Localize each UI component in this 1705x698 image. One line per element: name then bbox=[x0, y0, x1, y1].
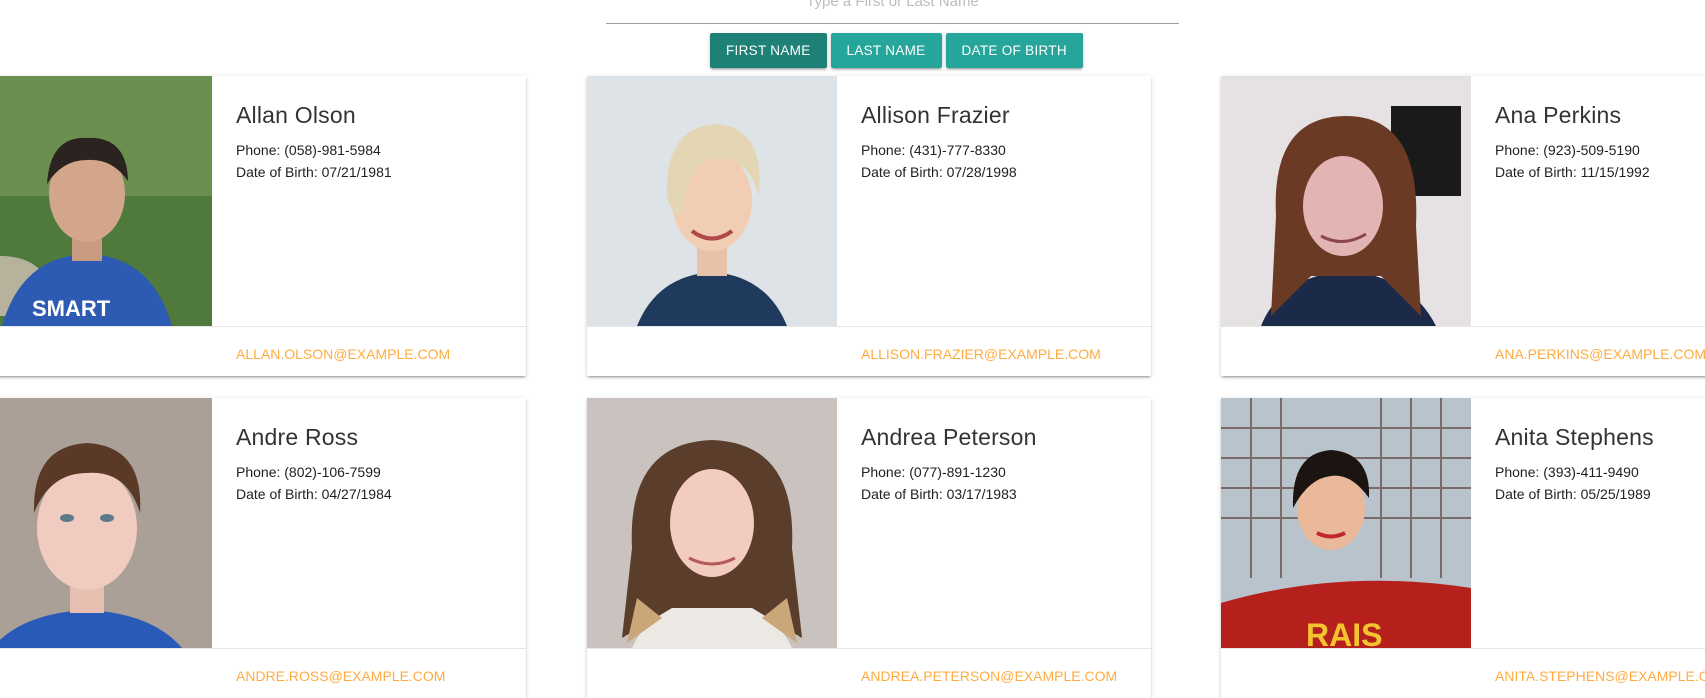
contact-card: Andre Ross Phone: (802)-106-7599 Date of… bbox=[0, 398, 526, 698]
contact-photo bbox=[0, 398, 212, 648]
contact-date-of-birth: Date of Birth: 07/28/1998 bbox=[861, 164, 1017, 180]
portrait-image-icon bbox=[0, 398, 212, 648]
contact-email-link[interactable]: ANDRE.ROSS@EXAMPLE.COM bbox=[236, 668, 445, 684]
contact-name: Allison Frazier bbox=[861, 102, 1010, 128]
contact-details: Allan Olson Phone: (058)-981-5984 Date o… bbox=[236, 102, 516, 183]
contact-date-of-birth: Date of Birth: 03/17/1983 bbox=[861, 486, 1017, 502]
contact-details: Andrea Peterson Phone: (077)-891-1230 Da… bbox=[861, 424, 1141, 505]
contact-email-link[interactable]: ALLISON.FRAZIER@EXAMPLE.COM bbox=[861, 346, 1101, 362]
contact-date-of-birth: Date of Birth: 05/25/1989 bbox=[1495, 486, 1651, 502]
contact-photo bbox=[587, 76, 837, 326]
contact-details: Ana Perkins Phone: (923)-509-5190 Date o… bbox=[1495, 102, 1705, 183]
portrait-image-icon bbox=[1221, 76, 1471, 326]
contact-details: Andre Ross Phone: (802)-106-7599 Date of… bbox=[236, 424, 516, 505]
contact-email-link[interactable]: ALLAN.OLSON@EXAMPLE.COM bbox=[236, 346, 450, 362]
contact-photo bbox=[1221, 76, 1471, 326]
contact-card: RAIS Anita Stephens Phone: (393)-411-949… bbox=[1221, 398, 1705, 698]
contact-card: SMART Allan Olson Phone: (058)-981-5984 … bbox=[0, 76, 526, 376]
contact-name: Andre Ross bbox=[236, 424, 359, 450]
contact-name: Anita Stephens bbox=[1495, 424, 1654, 450]
contact-date-of-birth: Date of Birth: 07/21/1981 bbox=[236, 164, 392, 180]
contact-date-of-birth: Date of Birth: 04/27/1984 bbox=[236, 486, 392, 502]
svg-text:RAIS: RAIS bbox=[1306, 617, 1382, 648]
card-action-bar: ANA.PERKINS@EXAMPLE.COM bbox=[1221, 326, 1705, 376]
contact-email-link[interactable]: ANDREA.PETERSON@EXAMPLE.COM bbox=[861, 668, 1117, 684]
contact-card: Andrea Peterson Phone: (077)-891-1230 Da… bbox=[587, 398, 1151, 698]
card-action-bar: ANDREA.PETERSON@EXAMPLE.COM bbox=[587, 648, 1151, 698]
contact-details: Allison Frazier Phone: (431)-777-8330 Da… bbox=[861, 102, 1141, 183]
card-action-bar: ANITA.STEPHENS@EXAMPLE.COM bbox=[1221, 648, 1705, 698]
contact-photo: RAIS bbox=[1221, 398, 1471, 648]
contact-email-link[interactable]: ANITA.STEPHENS@EXAMPLE.COM bbox=[1495, 668, 1705, 684]
contact-name: Andrea Peterson bbox=[861, 424, 1037, 450]
svg-text:SMART: SMART bbox=[32, 296, 111, 321]
contact-photo bbox=[587, 398, 837, 648]
contact-date-of-birth: Date of Birth: 11/15/1992 bbox=[1495, 164, 1650, 180]
contact-details: Anita Stephens Phone: (393)-411-9490 Dat… bbox=[1495, 424, 1705, 505]
portrait-image-icon: SMART bbox=[0, 76, 212, 326]
contact-phone: Phone: (393)-411-9490 bbox=[1495, 464, 1639, 480]
contact-phone: Phone: (058)-981-5984 bbox=[236, 142, 381, 158]
contact-phone: Phone: (923)-509-5190 bbox=[1495, 142, 1640, 158]
portrait-image-icon: RAIS bbox=[1221, 398, 1471, 648]
contact-name: Ana Perkins bbox=[1495, 102, 1622, 128]
card-action-bar: ANDRE.ROSS@EXAMPLE.COM bbox=[0, 648, 526, 698]
contact-card: Ana Perkins Phone: (923)-509-5190 Date o… bbox=[1221, 76, 1705, 376]
contact-photo: SMART bbox=[0, 76, 212, 326]
contact-phone: Phone: (802)-106-7599 bbox=[236, 464, 381, 480]
card-action-bar: ALLAN.OLSON@EXAMPLE.COM bbox=[0, 326, 526, 376]
contact-email-link[interactable]: ANA.PERKINS@EXAMPLE.COM bbox=[1495, 346, 1705, 362]
contact-phone: Phone: (431)-777-8330 bbox=[861, 142, 1006, 158]
portrait-image-icon bbox=[587, 76, 837, 326]
contact-card: Allison Frazier Phone: (431)-777-8330 Da… bbox=[587, 76, 1151, 376]
portrait-image-icon bbox=[587, 398, 837, 648]
contact-phone: Phone: (077)-891-1230 bbox=[861, 464, 1006, 480]
contact-card-grid: SMART Allan Olson Phone: (058)-981-5984 … bbox=[0, 0, 1705, 698]
contact-name: Allan Olson bbox=[236, 102, 356, 128]
card-action-bar: ALLISON.FRAZIER@EXAMPLE.COM bbox=[587, 326, 1151, 376]
